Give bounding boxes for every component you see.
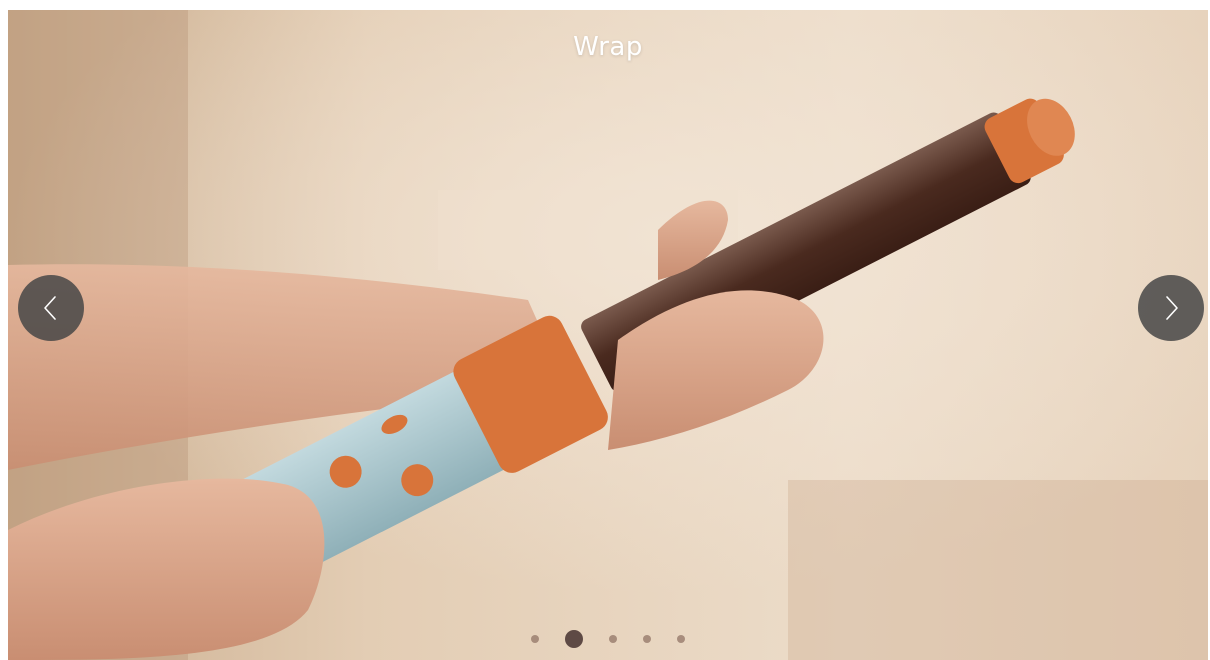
chevron-left-icon (44, 296, 56, 320)
image-carousel: Wrap (8, 10, 1208, 660)
slide-image (8, 10, 1208, 660)
slide-title: Wrap (573, 32, 643, 62)
pagination-dot-5[interactable] (677, 635, 685, 643)
pagination-dot-4[interactable] (643, 635, 651, 643)
pagination-dot-2[interactable] (565, 630, 583, 648)
chevron-right-icon (1166, 296, 1178, 320)
pagination-dots (8, 630, 1208, 648)
pagination-dot-1[interactable] (531, 635, 539, 643)
pagination-dot-3[interactable] (609, 635, 617, 643)
next-slide-button[interactable] (1138, 275, 1204, 341)
previous-slide-button[interactable] (18, 275, 84, 341)
